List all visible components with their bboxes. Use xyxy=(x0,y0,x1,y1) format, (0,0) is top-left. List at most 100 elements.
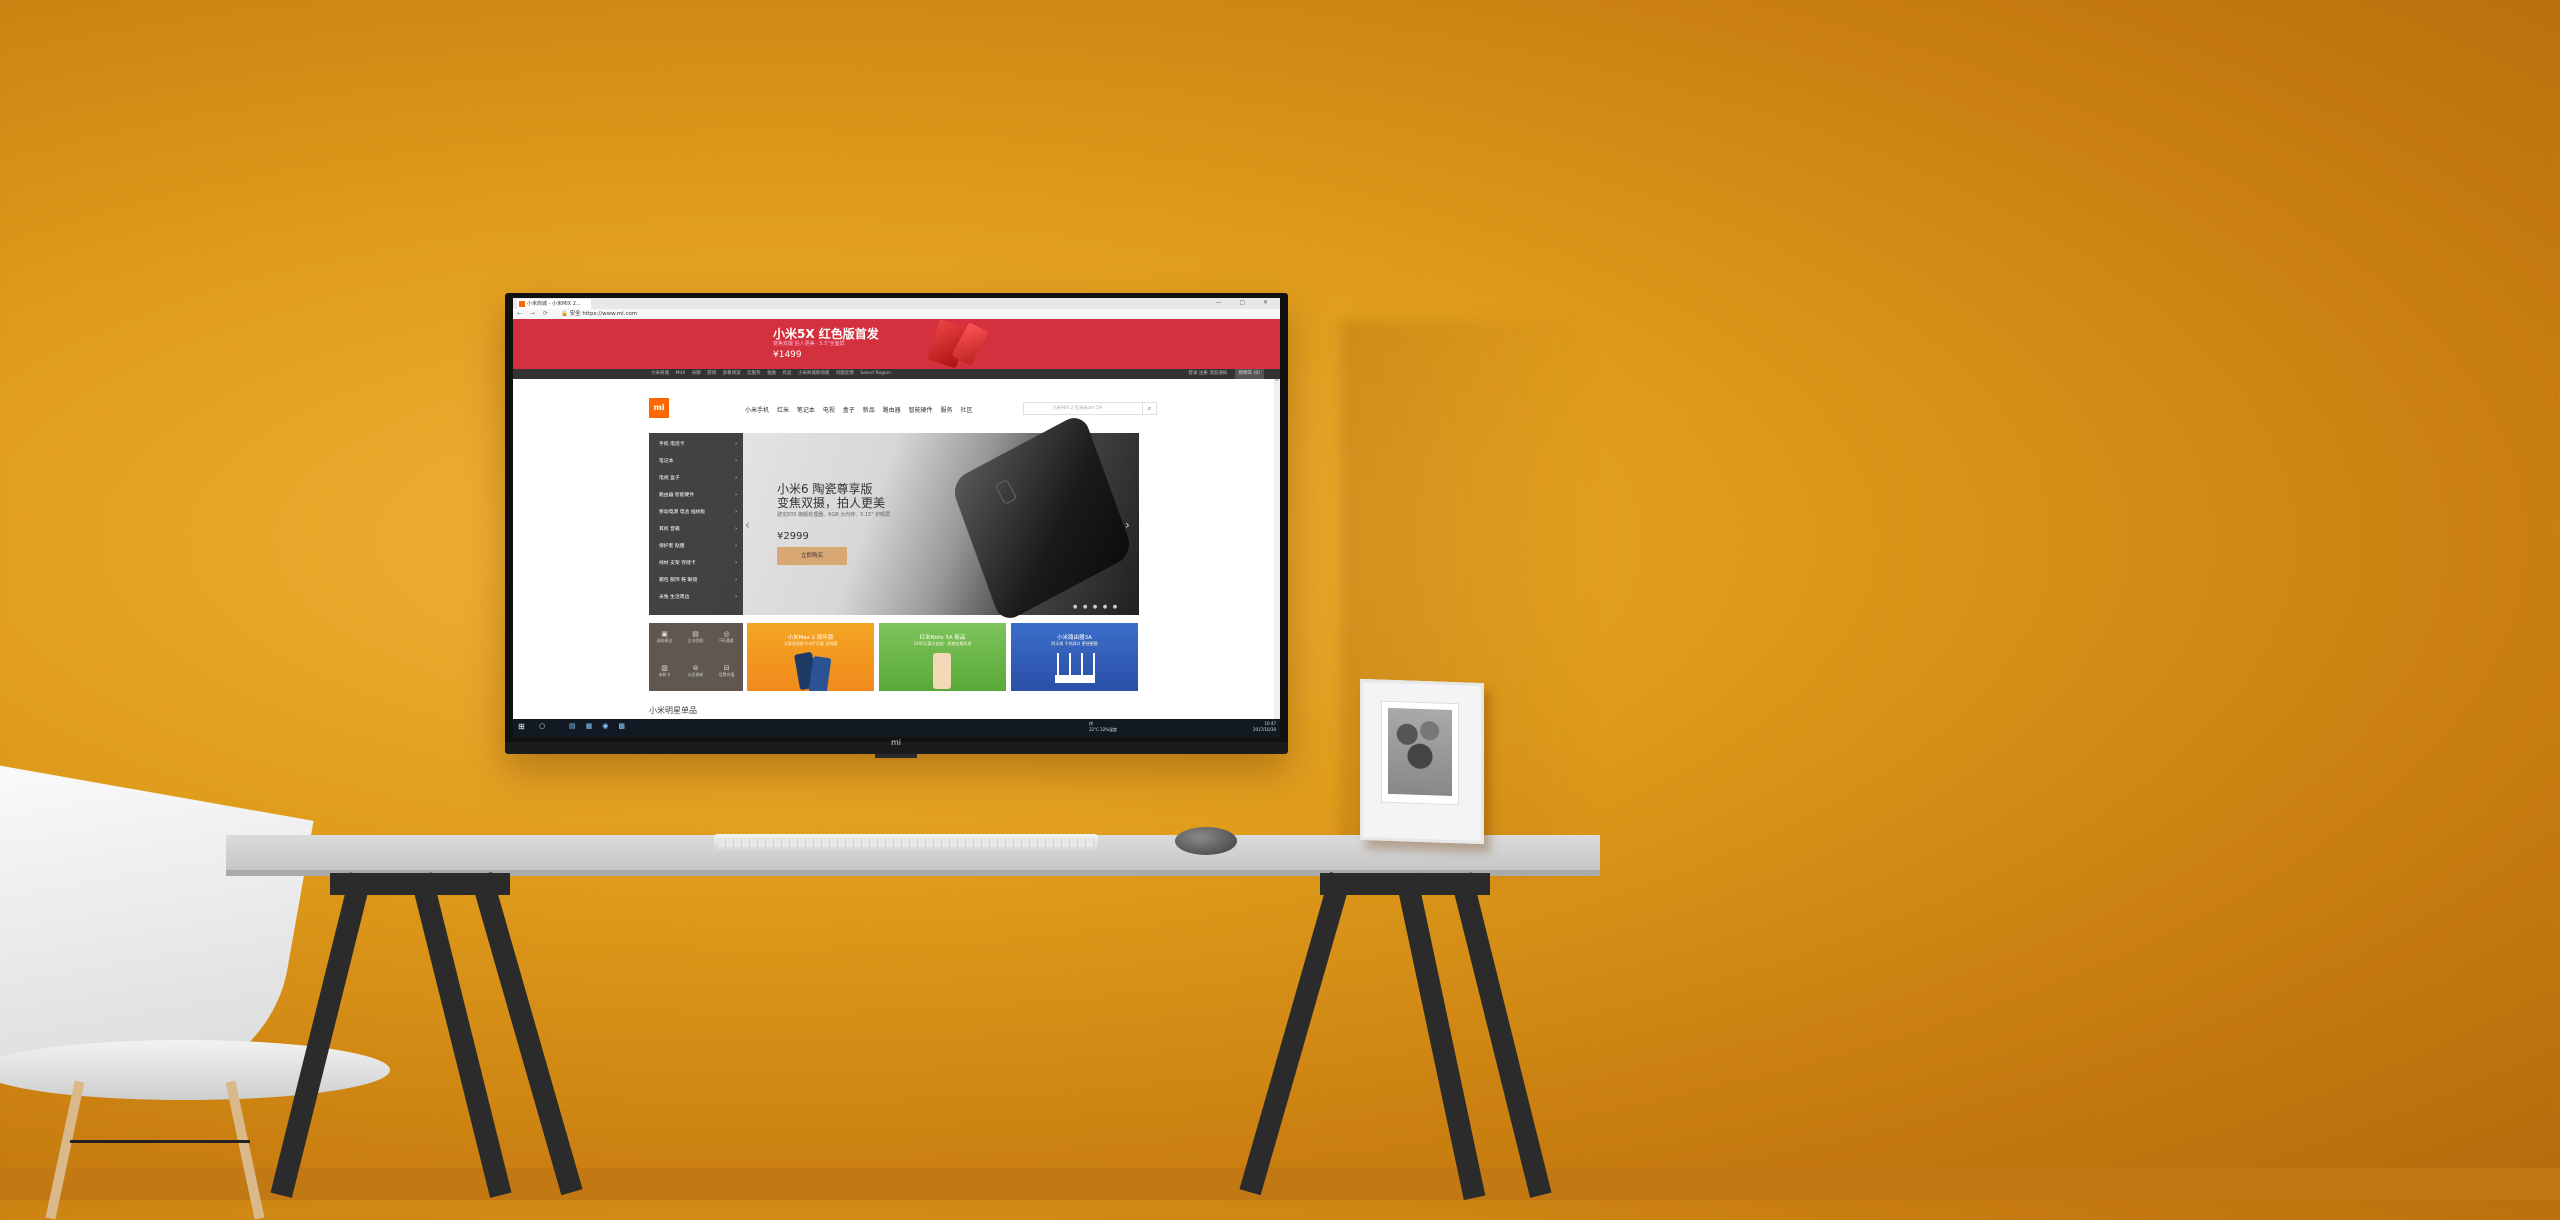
category-item[interactable]: 保护套 贴膜 › xyxy=(659,543,737,551)
topbar-link[interactable]: 有品 xyxy=(782,371,791,376)
nav-item[interactable]: 社区 xyxy=(960,407,972,414)
window-controls[interactable]: — ▢ ✕ xyxy=(1215,299,1276,306)
mi-logo[interactable]: mi xyxy=(649,398,669,418)
promo-tile[interactable]: 红米Note 5A 新品 1600万柔光自拍 · 质感金属机身 xyxy=(879,623,1006,691)
clock-time: 10:47 xyxy=(1264,721,1276,726)
hero-subtitle: 骁龙835 旗舰处理器、6GB 大内存、5.15" 护眼屏 xyxy=(777,512,891,518)
topbar-link[interactable]: 游戏 xyxy=(707,371,716,376)
cart-button[interactable]: 购物车 (0) xyxy=(1234,369,1264,379)
chevron-right-icon: › xyxy=(735,459,737,464)
category-item[interactable]: 手机 电话卡 › xyxy=(659,441,737,449)
service-item[interactable]: ▤ 企业团购 xyxy=(680,623,711,657)
chevron-right-icon: › xyxy=(735,510,737,515)
service-item[interactable]: ⊜ 以旧换新 xyxy=(680,657,711,691)
service-item[interactable]: ⊟ 话费充值 xyxy=(711,657,742,691)
chrome-icon[interactable]: ◉ xyxy=(602,722,618,730)
nav-item[interactable]: 智能硬件 xyxy=(909,407,933,414)
ime-indicator[interactable]: 拼 xyxy=(1089,721,1093,726)
promo-tile[interactable]: 小米路由器3A 四天线 千兆网口 更快更稳 xyxy=(1011,623,1138,691)
chevron-right-icon: › xyxy=(735,493,737,498)
nav-item[interactable]: 小米手机 xyxy=(745,407,769,414)
router-antenna xyxy=(1057,653,1059,675)
topbar-link[interactable]: 米聊 xyxy=(692,371,701,376)
monitor-stand xyxy=(875,754,917,758)
category-item[interactable]: 箱包 服饰 鞋 眼镜 › xyxy=(659,577,737,585)
nav-item[interactable]: 电视 xyxy=(823,407,835,414)
weather-widget[interactable]: 22°C 32%湿度 xyxy=(1089,727,1117,732)
url-field[interactable]: 🔒 安全 https://www.mi.com xyxy=(561,310,637,318)
search-input[interactable]: 小米MIX 2 红米Note 5A xyxy=(1023,402,1143,415)
taskbar-apps: ▤▦◉▩ xyxy=(569,722,635,730)
desk-scene: mi 小米商城 - 小米MIX 2... — ▢ ✕ ← → ⟳ 🔒 安全 ht… xyxy=(0,0,2560,1220)
hero-price: ¥2999 xyxy=(777,531,809,542)
carousel-dots[interactable]: ● ● ● ● ● xyxy=(1073,604,1119,610)
category-item[interactable]: 笔记本 › xyxy=(659,458,737,466)
store-icon[interactable]: ▦ xyxy=(586,722,603,730)
nav-item[interactable]: 新品 xyxy=(863,407,875,414)
router-antenna xyxy=(1081,653,1083,675)
monitor-screen: 小米商城 - 小米MIX 2... — ▢ ✕ ← → ⟳ 🔒 安全 https… xyxy=(513,298,1280,737)
category-item[interactable]: 电视 盒子 › xyxy=(659,475,737,483)
category-item[interactable]: 米兔 生活周边 › xyxy=(659,594,737,602)
service-item[interactable]: ◎ F码通道 xyxy=(711,623,742,657)
taskbar-clock[interactable]: 10:47 2017/10/30 xyxy=(1253,721,1276,733)
nav-item[interactable]: 笔记本 xyxy=(797,407,815,414)
floor xyxy=(0,1168,2560,1200)
category-item[interactable]: 路由器 智能硬件 › xyxy=(659,492,737,500)
main-nav: 小米手机 红米 笔记本 电视 盒子 新品 路由器 智能硬件 服务 社区 xyxy=(745,405,978,414)
windows-taskbar: ⊞ ○ ▤▦◉▩ 拼 22°C 32%湿度 10:47 2017/10/30 xyxy=(513,719,1280,737)
register-link[interactable]: 注册 xyxy=(1199,371,1208,376)
monitor-logo: mi xyxy=(890,738,901,747)
nav-item[interactable]: 盒子 xyxy=(843,407,855,414)
buy-now-button[interactable]: 立即购买 xyxy=(777,547,847,565)
nav-item[interactable]: 红米 xyxy=(777,407,789,414)
topbar-link[interactable]: 金融 xyxy=(767,371,776,376)
nav-item[interactable]: 服务 xyxy=(941,407,953,414)
category-item[interactable]: 移动电源 电池 插线板 › xyxy=(659,509,737,517)
chevron-right-icon[interactable]: › xyxy=(1125,518,1130,532)
category-item[interactable]: 耳机 音箱 › xyxy=(659,526,737,534)
category-menu: 手机 电话卡 › 笔记本 › 电视 盒子 › 路由器 智能硬件 › 移动电源 电池 插线… xyxy=(649,433,743,615)
chevron-right-icon: › xyxy=(735,527,737,532)
browser-tab[interactable]: 小米商城 - 小米MIX 2... xyxy=(517,299,591,309)
site-topbar: 小米商城 MIUI 米聊 游戏 多看阅读 云服务 金融 有品 小米商城移动版 问… xyxy=(513,369,1280,379)
back-forward-reload-icon[interactable]: ← → ⟳ xyxy=(517,310,551,317)
category-item[interactable]: 线材 支架 存储卡 › xyxy=(659,560,737,568)
chevron-right-icon: › xyxy=(735,476,737,481)
page-scrollbar[interactable] xyxy=(1274,319,1280,719)
tile-title: 小米路由器3A xyxy=(1057,635,1092,641)
service-item[interactable]: ▥ 米粉卡 xyxy=(649,657,680,691)
topbar-link[interactable]: 问题反馈 xyxy=(836,371,854,376)
photoshop-icon[interactable]: ▩ xyxy=(618,722,635,730)
chair-seat xyxy=(0,1040,390,1100)
chevron-right-icon: › xyxy=(735,544,737,549)
phone-icon: ▣ xyxy=(661,630,668,638)
windows-start-icon[interactable]: ⊞ xyxy=(518,722,527,731)
recharge-icon: ⊟ xyxy=(723,664,730,672)
topbar-link[interactable]: 多看阅读 xyxy=(723,371,741,376)
router-antenna xyxy=(1093,653,1095,675)
tile-subtitle: 四天线 千兆网口 更快更稳 xyxy=(1051,641,1098,646)
phone-image xyxy=(808,655,832,691)
login-link[interactable]: 登录 xyxy=(1188,371,1197,376)
search-icon[interactable]: ⌕ xyxy=(1143,402,1157,415)
messages-link[interactable]: 消息通知 xyxy=(1209,371,1227,376)
cortana-search-icon[interactable]: ○ xyxy=(539,722,545,730)
promo-banner[interactable]: 小米5X 红色版首发 变焦双摄 拍人更美 · 5.5"全面屏 ¥1499 xyxy=(513,319,1280,369)
desk-leg xyxy=(1239,871,1352,1196)
phone-image xyxy=(933,653,951,689)
chevron-left-icon[interactable]: ‹ xyxy=(745,518,750,532)
promo-tile[interactable]: 小米Max 2 周年版 大屏长续航 6.44"巨屏 全网通 xyxy=(747,623,874,691)
nav-item[interactable]: 路由器 xyxy=(883,407,901,414)
file-explorer-icon[interactable]: ▤ xyxy=(569,722,586,730)
banner-price: ¥1499 xyxy=(773,350,802,360)
topbar-links: 小米商城 MIUI 米聊 游戏 多看阅读 云服务 金融 有品 小米商城移动版 问… xyxy=(651,369,896,379)
mouse xyxy=(1175,827,1237,855)
topbar-link[interactable]: MIUI xyxy=(675,371,685,376)
topbar-link[interactable]: Select Region xyxy=(860,371,891,376)
service-item[interactable]: ▣ 选购建议 xyxy=(649,623,680,657)
chevron-right-icon: › xyxy=(735,595,737,600)
topbar-link[interactable]: 小米商城移动版 xyxy=(798,371,830,376)
topbar-link[interactable]: 云服务 xyxy=(747,371,761,376)
topbar-link[interactable]: 小米商城 xyxy=(651,371,669,376)
